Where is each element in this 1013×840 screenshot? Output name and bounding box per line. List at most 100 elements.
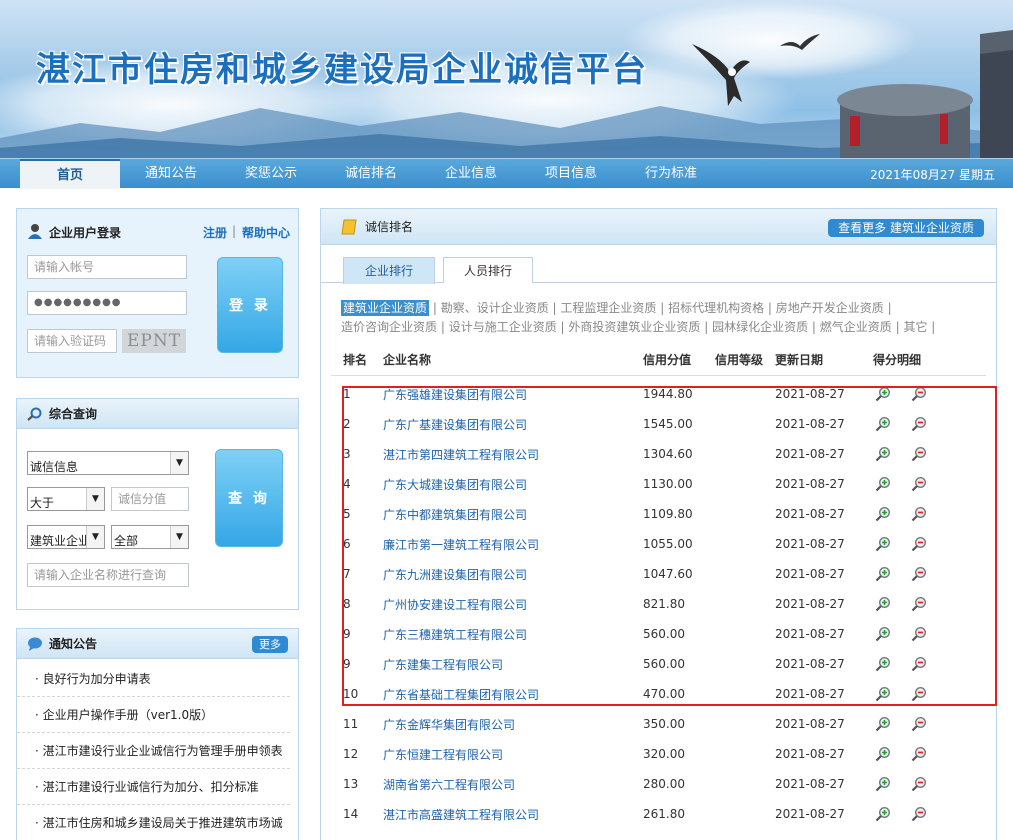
table-row: 12 广东恒建工程有限公司 320.00 2021-08-27	[331, 739, 986, 769]
info-type-value: 诚信信息	[30, 460, 79, 474]
category-gas[interactable]: 燃气企业资质	[820, 320, 892, 334]
notice-list: · 良好行为加分申请表 · 企业用户操作手册（ver1.0版） · 湛江市建设行…	[17, 659, 298, 840]
col-date: 更新日期	[775, 353, 824, 368]
compare-value: 大于	[30, 496, 55, 510]
nav-projects[interactable]: 项目信息	[521, 159, 621, 189]
level-cell	[715, 769, 775, 799]
category-construction[interactable]: 建筑业企业资质	[341, 300, 430, 316]
notice-item[interactable]: · 湛江市建设行业诚信行为加分、扣分标准	[17, 769, 290, 805]
detail-icons	[873, 709, 986, 739]
compare-select[interactable]: 大于 ▼	[27, 487, 105, 511]
rank-cell: 14	[343, 807, 359, 821]
magnifier-minus-icon[interactable]	[911, 806, 927, 822]
range-select[interactable]: 全部 ▼	[111, 525, 189, 549]
notice-more-button[interactable]: 更多	[252, 636, 288, 653]
nav-notices[interactable]: 通知公告	[121, 159, 221, 189]
category-links: 建筑业企业资质 | 勘察、设计企业资质 | 工程监理企业资质 | 招标代理机构资…	[341, 300, 936, 334]
company-name-link[interactable]: 广东恒建工程有限公司	[371, 739, 633, 769]
magnifier-minus-icon[interactable]	[911, 746, 927, 762]
category-supervision[interactable]: 工程监理企业资质	[560, 301, 656, 315]
magnifier-plus-icon[interactable]	[875, 776, 891, 792]
nav-home[interactable]: 首页	[20, 159, 120, 189]
tab-enterprise-ranking[interactable]: 企业排行	[343, 257, 435, 284]
company-name-link[interactable]: 广东金辉华集团有限公司	[371, 709, 633, 739]
score-cell: 320.00	[643, 747, 685, 761]
magnifier-plus-icon[interactable]	[875, 716, 891, 732]
login-panel: 企业用户登录 注册 | 帮助中心 请输入帐号 ●●●●●●●●● 请输入验证码 …	[16, 208, 299, 378]
col-company: 企业名称	[383, 353, 432, 368]
score-cell: 280.00	[643, 777, 685, 791]
table-row: 13 湖南省第六工程有限公司 280.00 2021-08-27	[331, 769, 986, 799]
view-more-button[interactable]: 查看更多 建筑业企业资质	[828, 219, 984, 237]
notice-item[interactable]: · 湛江市建设行业企业诚信行为管理手册申领表	[17, 733, 290, 769]
category-foreign-investment[interactable]: 外商投资建筑业企业资质	[568, 320, 700, 334]
nav-rewards[interactable]: 奖惩公示	[221, 159, 321, 189]
category-cost-consulting[interactable]: 造价咨询企业资质	[341, 320, 437, 334]
range-value: 全部	[114, 534, 139, 548]
captcha-input[interactable]: 请输入验证码	[27, 329, 117, 353]
ranking-header: 排名 企业名称 信用分值 信用等级 更新日期 得分明细	[331, 345, 986, 376]
main-nav: 首页 通知公告 奖惩公示 诚信排名 企业信息 项目信息 行为标准 2021年08…	[0, 158, 1013, 189]
detail-icons	[873, 739, 986, 769]
chevron-down-icon: ▼	[86, 526, 104, 548]
company-name-link[interactable]: 湖南省第六工程有限公司	[371, 769, 633, 799]
help-center-link[interactable]: 帮助中心	[242, 224, 290, 241]
rank-cell: 11	[343, 717, 359, 731]
account-input[interactable]: 请输入帐号	[27, 255, 187, 279]
date-cell: 2021-08-27	[775, 777, 845, 791]
category-other[interactable]: 其它	[903, 320, 927, 334]
notice-panel: 通知公告 更多 · 良好行为加分申请表 · 企业用户操作手册（ver1.0版） …	[16, 628, 299, 840]
chevron-down-icon: ▼	[86, 488, 104, 510]
nav-standards[interactable]: 行为标准	[621, 159, 721, 189]
col-level: 信用等级	[715, 353, 764, 368]
search-icon	[27, 407, 42, 421]
register-link[interactable]: 注册	[203, 224, 227, 241]
table-row: 11 广东金辉华集团有限公司 350.00 2021-08-27	[331, 709, 986, 739]
login-title: 企业用户登录	[49, 226, 122, 240]
notice-title: 通知公告	[49, 637, 98, 651]
category-real-estate[interactable]: 房地产开发企业资质	[776, 301, 884, 315]
scroll-icon	[341, 219, 357, 235]
col-score: 信用分值	[643, 353, 692, 368]
login-button[interactable]: 登 录	[217, 257, 283, 353]
eagle-icon	[692, 44, 750, 106]
score-input[interactable]: 诚信分值	[111, 487, 189, 511]
category-design-construction[interactable]: 设计与施工企业资质	[449, 320, 557, 334]
chat-bubble-icon	[28, 637, 42, 651]
tab-personnel-ranking[interactable]: 人员排行	[443, 257, 533, 283]
level-cell	[715, 799, 775, 829]
ranking-title: 诚信排名	[365, 220, 414, 234]
captcha-image[interactable]: EPNT	[122, 329, 186, 353]
company-name-link[interactable]: 湛江市高盛建筑工程有限公司	[371, 799, 633, 829]
rank-cell: 12	[343, 747, 359, 761]
user-icon	[28, 224, 42, 239]
ranking-panel-header: 诚信排名 查看更多 建筑业企业资质	[321, 209, 996, 245]
level-cell	[715, 709, 775, 739]
notice-item[interactable]: · 良好行为加分申请表	[17, 661, 290, 697]
notice-item[interactable]: · 企业用户操作手册（ver1.0版）	[17, 697, 290, 733]
notice-panel-header: 通知公告 更多	[17, 629, 298, 659]
notice-item[interactable]: · 湛江市住房和城乡建设局关于推进建筑市场诚	[17, 805, 290, 840]
category-bidding-agency[interactable]: 招标代理机构资格	[668, 301, 764, 315]
score-cell: 350.00	[643, 717, 685, 731]
search-panel: 综合查询 诚信信息 ▼ 大于 ▼ 诚信分值 建筑业企业 ▼ 全部 ▼ 请输入企业…	[16, 398, 299, 610]
col-rank: 排名	[343, 353, 368, 368]
category-landscaping[interactable]: 园林绿化企业资质	[712, 320, 808, 334]
magnifier-plus-icon[interactable]	[875, 746, 891, 762]
nav-ranking[interactable]: 诚信排名	[321, 159, 421, 189]
magnifier-minus-icon[interactable]	[911, 776, 927, 792]
info-type-select[interactable]: 诚信信息 ▼	[27, 451, 189, 475]
magnifier-plus-icon[interactable]	[875, 806, 891, 822]
category-value: 建筑业企业	[30, 534, 91, 548]
nav-enterprise[interactable]: 企业信息	[421, 159, 521, 189]
level-cell	[715, 739, 775, 769]
search-panel-header: 综合查询	[17, 399, 298, 429]
company-name-input[interactable]: 请输入企业名称进行查询	[27, 563, 189, 587]
category-select[interactable]: 建筑业企业 ▼	[27, 525, 105, 549]
link-separator: |	[232, 224, 237, 238]
query-button[interactable]: 查 询	[215, 449, 283, 547]
ranking-panel: 诚信排名 查看更多 建筑业企业资质 企业排行 人员排行 建筑业企业资质 | 勘察…	[320, 208, 997, 840]
category-survey-design[interactable]: 勘察、设计企业资质	[441, 301, 549, 315]
password-input[interactable]: ●●●●●●●●●	[27, 291, 187, 315]
magnifier-minus-icon[interactable]	[911, 716, 927, 732]
